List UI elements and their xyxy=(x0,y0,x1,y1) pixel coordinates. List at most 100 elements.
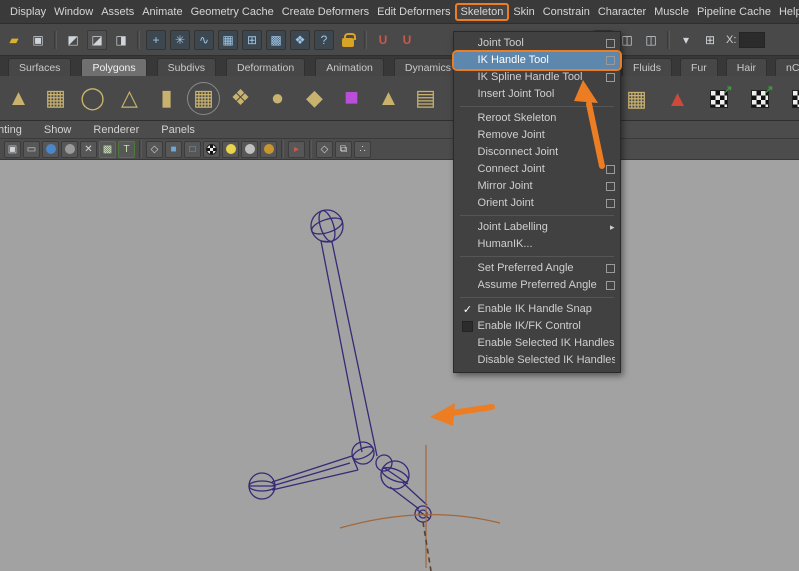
panel-menu-panels[interactable]: Panels xyxy=(161,124,195,136)
resolution-gate-icon[interactable] xyxy=(42,140,59,158)
snap-to-grid-magnet-icon[interactable] xyxy=(373,30,393,50)
isolate-select-icon[interactable] xyxy=(288,140,305,158)
textured-cube-icon[interactable] xyxy=(335,82,368,115)
option-box-icon[interactable] xyxy=(605,263,615,273)
select-curves-mask-icon[interactable] xyxy=(194,29,214,50)
shelf-tab-polygons[interactable]: Polygons xyxy=(81,58,147,76)
exposure-icon[interactable] xyxy=(354,140,371,158)
menu-item-reroot-skeleton[interactable]: Reroot Skeleton xyxy=(454,110,620,127)
option-box-icon[interactable] xyxy=(605,181,615,191)
select-misc-mask-icon[interactable] xyxy=(314,29,334,50)
option-box-icon[interactable] xyxy=(605,198,615,208)
poly-reduce-icon[interactable] xyxy=(224,82,257,115)
shelf-tab-surfaces[interactable]: Surfaces xyxy=(8,58,72,76)
use-default-material-icon[interactable] xyxy=(203,140,220,158)
gate-mask-icon[interactable] xyxy=(61,140,78,158)
menu-item-joint-tool[interactable]: Joint Tool xyxy=(454,35,620,52)
option-box-icon[interactable] xyxy=(605,72,615,82)
menu-item-ik-spline-handle-tool[interactable]: IK Spline Handle Tool xyxy=(454,69,620,86)
menu-item-mirror-joint[interactable]: Mirror Joint xyxy=(454,178,620,195)
shelf-tab-animation[interactable]: Animation xyxy=(315,58,384,76)
select-surfaces-mask-icon[interactable] xyxy=(218,29,238,50)
textured-icon[interactable] xyxy=(184,140,201,158)
select-hierarchy-icon[interactable] xyxy=(63,30,83,50)
poly-torus-icon[interactable] xyxy=(76,82,109,115)
xray-joints-icon[interactable] xyxy=(335,140,352,158)
toolbar-separator[interactable] xyxy=(667,30,670,49)
menu-item-orient-joint[interactable]: Orient Joint xyxy=(454,195,620,212)
menu-item-enable-selected-ik-handles[interactable]: Enable Selected IK Handles xyxy=(454,335,620,352)
panel-menu-show[interactable]: Show xyxy=(44,124,72,136)
scene-bucket-icon[interactable] xyxy=(4,30,24,50)
poly-cylinder-icon[interactable] xyxy=(150,82,183,115)
poly-cone-icon[interactable] xyxy=(2,82,35,115)
field-chart-icon[interactable] xyxy=(80,140,97,158)
toolbar-separator[interactable] xyxy=(54,30,57,49)
option-box-icon[interactable] xyxy=(605,164,615,174)
all-lights-icon[interactable] xyxy=(260,140,277,158)
toolbar-separator[interactable] xyxy=(137,30,140,49)
shelf-tab-hair[interactable]: Hair xyxy=(725,58,768,76)
shelf-tab-fur[interactable]: Fur xyxy=(680,58,718,76)
menu-help[interactable]: Help xyxy=(775,3,799,21)
select-object-icon[interactable] xyxy=(87,29,107,50)
viewport[interactable] xyxy=(0,160,799,571)
panel-menu-lighting-cut[interactable]: hting xyxy=(0,124,22,136)
checker-flag-1-icon[interactable] xyxy=(702,82,735,115)
menu-display[interactable]: Display xyxy=(6,3,50,21)
toolbar-separator[interactable] xyxy=(281,140,284,158)
xray-icon[interactable] xyxy=(316,140,333,158)
poly-plane-cursor-icon[interactable] xyxy=(409,82,442,115)
menu-item-enable-ik-fk-control[interactable]: Enable IK/FK Control xyxy=(454,318,620,335)
checker-flag-2-icon[interactable] xyxy=(743,82,776,115)
menu-item-set-preferred-angle[interactable]: Set Preferred Angle xyxy=(454,260,620,277)
select-rendering-mask-icon[interactable] xyxy=(290,29,310,50)
wireframe-icon[interactable] xyxy=(146,140,163,158)
menu-item-connect-joint[interactable]: Connect Joint xyxy=(454,161,620,178)
unchecked-checkbox-icon[interactable] xyxy=(461,320,473,332)
locator-pin-icon[interactable] xyxy=(661,82,694,115)
poly-sphere-cube-icon[interactable] xyxy=(298,82,331,115)
shelf-tab-ncloth[interactable]: nCloth xyxy=(775,58,799,76)
menu-animate[interactable]: Animate xyxy=(138,3,186,21)
option-box-icon[interactable] xyxy=(605,38,615,48)
safe-title-icon[interactable] xyxy=(118,140,135,158)
lock-selection-icon[interactable] xyxy=(338,30,358,50)
menu-item-disable-selected-ik-handles[interactable]: Disable Selected IK Handles xyxy=(454,352,620,369)
poly-planes-icon[interactable] xyxy=(620,82,653,115)
menu-geometry-cache[interactable]: Geometry Cache xyxy=(187,3,278,21)
menu-pipeline-cache[interactable]: Pipeline Cache xyxy=(693,3,775,21)
menu-item-assume-preferred-angle[interactable]: Assume Preferred Angle xyxy=(454,277,620,294)
shelf-tab-fluids[interactable]: Fluids xyxy=(622,58,673,76)
shelf-tab-deformation[interactable]: Deformation xyxy=(226,58,306,76)
menu-item-enable-ik-handle-snap[interactable]: ✓ Enable IK Handle Snap xyxy=(454,301,620,318)
menu-item-remove-joint[interactable]: Remove Joint xyxy=(454,127,620,144)
menu-item-disconnect-joint[interactable]: Disconnect Joint xyxy=(454,144,620,161)
menu-create-deformers[interactable]: Create Deformers xyxy=(278,3,373,21)
smooth-shade-icon[interactable] xyxy=(165,140,182,158)
panel-menu-renderer[interactable]: Renderer xyxy=(93,124,139,136)
toolbar-separator[interactable] xyxy=(139,140,142,158)
poly-sphere-icon[interactable] xyxy=(261,82,294,115)
x-coordinate-input[interactable] xyxy=(739,31,766,48)
render-settings-icon[interactable] xyxy=(641,30,661,50)
shelf-tab-subdivs[interactable]: Subdivs xyxy=(156,58,216,76)
menu-character[interactable]: Character xyxy=(594,3,650,21)
menu-item-insert-joint-tool[interactable]: Insert Joint Tool xyxy=(454,86,620,103)
select-component-icon[interactable] xyxy=(111,30,131,50)
checker-flag-3-icon[interactable] xyxy=(784,82,799,115)
snap-to-curve-magnet-icon[interactable] xyxy=(397,30,417,50)
safe-action-icon[interactable] xyxy=(99,140,116,158)
option-box-icon[interactable] xyxy=(605,280,615,290)
menu-constrain[interactable]: Constrain xyxy=(539,3,594,21)
option-box-icon[interactable] xyxy=(605,55,615,65)
poly-plane-icon[interactable] xyxy=(39,82,72,115)
menu-skin[interactable]: Skin xyxy=(509,3,538,21)
select-deformations-mask-icon[interactable] xyxy=(242,29,262,50)
menu-item-ik-handle-tool[interactable]: IK Handle Tool xyxy=(451,49,622,71)
menu-muscle[interactable]: Muscle xyxy=(650,3,693,21)
toolbar-separator[interactable] xyxy=(364,30,367,49)
menu-collapse-chevron-icon[interactable] xyxy=(676,30,696,50)
poly-plane-selected-icon[interactable] xyxy=(187,81,220,115)
menu-item-humanik[interactable]: HumanIK... xyxy=(454,236,620,253)
